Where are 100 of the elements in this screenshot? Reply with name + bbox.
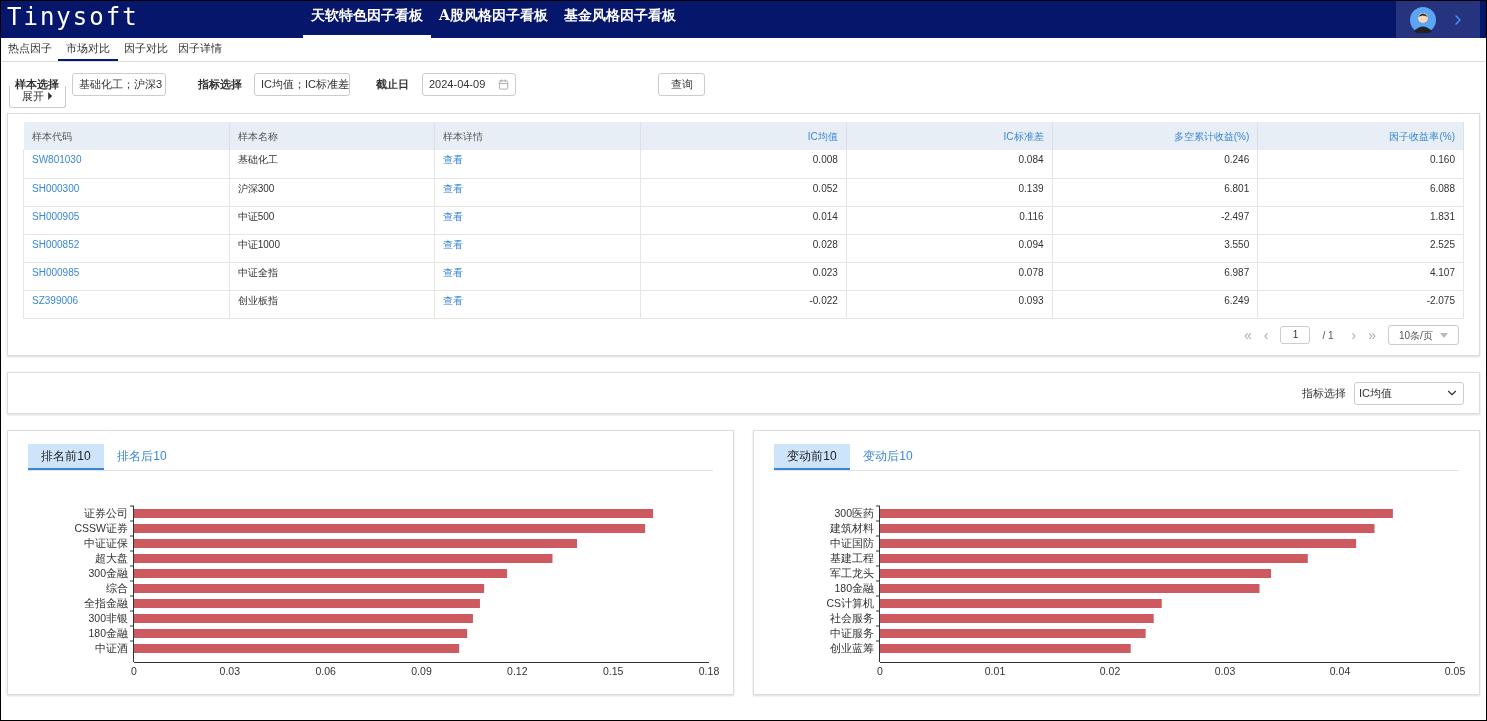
sub-tab[interactable]: 市场对比 xyxy=(58,38,118,61)
table-cell: 0.084 xyxy=(846,150,1053,178)
table-cell: 6.249 xyxy=(1052,290,1258,318)
column-header: 多空累计收益(%) xyxy=(1052,122,1258,150)
view-link[interactable]: 查看 xyxy=(443,238,464,250)
column-header: 因子收益率(%) xyxy=(1257,122,1464,150)
tick-label: 0.06 xyxy=(315,665,336,676)
nav-tab[interactable]: A股风格因子看板 xyxy=(431,1,556,38)
table-cell: 中证500 xyxy=(229,206,435,234)
tick-label: 0.18 xyxy=(698,665,720,676)
category-label: 全指金融 xyxy=(84,597,128,609)
sub-tab[interactable]: 热点因子 xyxy=(4,38,56,61)
avatar-icon[interactable] xyxy=(1410,6,1436,33)
table-cell: 6.088 xyxy=(1257,178,1464,206)
sample-code-link[interactable]: SH000905 xyxy=(32,210,80,222)
sample-code-link[interactable]: SH000852 xyxy=(32,238,80,250)
indicator-select[interactable]: IC均值 xyxy=(1354,381,1464,405)
calendar-icon xyxy=(498,78,509,90)
category-label: 社会服务 xyxy=(830,612,874,624)
table-cell: 0.078 xyxy=(846,262,1053,290)
view-link[interactable]: 查看 xyxy=(443,210,464,222)
table-cell: 3.550 xyxy=(1052,234,1258,262)
category-label: 中证国防 xyxy=(830,537,874,549)
table-cell: 2.525 xyxy=(1257,234,1464,262)
column-header: IC标准差 xyxy=(846,122,1053,150)
table-cell: 基础化工 xyxy=(229,150,435,178)
table-cell: 沪深300 xyxy=(229,178,435,206)
sub-tab[interactable]: 因子详情 xyxy=(174,38,226,61)
sample-code-link[interactable]: SH000985 xyxy=(32,266,80,278)
category-label: 中证酒 xyxy=(95,642,128,654)
table-cell: 6.987 xyxy=(1052,262,1258,290)
nav-tab[interactable]: 基金风格因子看板 xyxy=(555,1,684,38)
tick-label: 0.01 xyxy=(984,665,1006,676)
column-header: 样本名称 xyxy=(229,122,435,150)
sample-code-link[interactable]: SZ399006 xyxy=(32,294,79,306)
query-button[interactable]: 查询 xyxy=(658,72,705,96)
category-label: 180金融 xyxy=(88,627,128,639)
metric-select[interactable]: IC均值；IC标准差 xyxy=(254,72,350,96)
table-cell: -2.497 xyxy=(1052,206,1258,234)
table-cell: 0.246 xyxy=(1052,150,1258,178)
view-link[interactable]: 查看 xyxy=(443,154,464,165)
category-label: 300医药 xyxy=(834,507,874,519)
page-size-select[interactable]: 10条/页 xyxy=(1388,325,1459,345)
first-page-button[interactable]: « xyxy=(1243,324,1252,346)
next-page-button[interactable]: › xyxy=(1351,324,1357,346)
table-cell: 0.028 xyxy=(640,234,847,262)
category-label: 基建工程 xyxy=(830,552,874,564)
date-field[interactable]: 2024-04-09 xyxy=(422,72,516,96)
table-cell: 0.023 xyxy=(640,262,847,290)
table-cell: 中证全指 xyxy=(229,262,435,290)
sample-code-link[interactable]: SW801030 xyxy=(32,154,82,165)
category-label: 180金融 xyxy=(834,582,874,594)
tick-label: 0.15 xyxy=(602,665,624,676)
category-label: 建筑材料 xyxy=(830,522,874,534)
table-cell: 0.052 xyxy=(640,178,847,206)
table-cell: -0.022 xyxy=(640,290,847,318)
table-cell: 4.107 xyxy=(1257,262,1464,290)
column-header: 样本代码 xyxy=(23,122,230,150)
table-cell: 0.093 xyxy=(846,290,1053,318)
field-label: 指标选择 xyxy=(1302,385,1346,401)
table-cell: 0.014 xyxy=(640,206,847,234)
category-label: 中证证保 xyxy=(84,537,128,549)
table-cell: 0.160 xyxy=(1257,150,1464,178)
sub-tab[interactable]: 因子对比 xyxy=(120,38,172,61)
chart-tab[interactable]: 变动前10 xyxy=(774,444,850,470)
tick-label: 0.02 xyxy=(1099,665,1121,676)
category-label: CS计算机 xyxy=(826,597,874,609)
dropdown-caret-icon xyxy=(1440,332,1448,338)
view-link[interactable]: 查看 xyxy=(443,182,464,194)
chart-tab[interactable]: 排名后10 xyxy=(104,444,180,470)
view-link[interactable]: 查看 xyxy=(443,294,464,306)
view-link[interactable]: 查看 xyxy=(443,266,464,278)
nav-tab[interactable]: 天软特色因子看板 xyxy=(303,1,431,38)
category-label: 300非银 xyxy=(88,612,128,624)
sample-code-link[interactable]: SH000300 xyxy=(32,182,80,194)
table-cell: 中证1000 xyxy=(229,234,435,262)
table-cell: 6.801 xyxy=(1052,178,1258,206)
table-cell: 0.116 xyxy=(846,206,1053,234)
table-cell: 0.008 xyxy=(640,150,847,178)
category-label: 综合 xyxy=(106,582,128,594)
chart-tab[interactable]: 排名前10 xyxy=(28,444,104,470)
sample-select[interactable]: 基础化工；沪深3 xyxy=(72,72,166,96)
tick-label: 0.04 xyxy=(1329,665,1351,676)
table-cell: 创业板指 xyxy=(229,290,435,318)
category-label: 中证服务 xyxy=(830,627,874,639)
table-cell: 0.094 xyxy=(846,234,1053,262)
page-input[interactable]: 1 xyxy=(1280,326,1311,344)
chart-tab[interactable]: 变动后10 xyxy=(850,444,926,470)
column-header: 样本详情 xyxy=(434,122,641,150)
column-header: IC均值 xyxy=(640,122,847,150)
tick-label: 0.03 xyxy=(1214,665,1236,676)
prev-page-button[interactable]: ‹ xyxy=(1263,324,1269,346)
logo: Tinysoft xyxy=(6,2,140,33)
category-label: CSSW证券 xyxy=(74,522,128,534)
table-cell: 1.831 xyxy=(1257,206,1464,234)
tick-label: 0.03 xyxy=(219,665,241,676)
tick-label: 0 xyxy=(877,665,883,676)
category-label: 创业蓝筹 xyxy=(830,642,874,654)
table-cell: -2.075 xyxy=(1257,290,1464,318)
last-page-button[interactable]: » xyxy=(1368,324,1376,346)
